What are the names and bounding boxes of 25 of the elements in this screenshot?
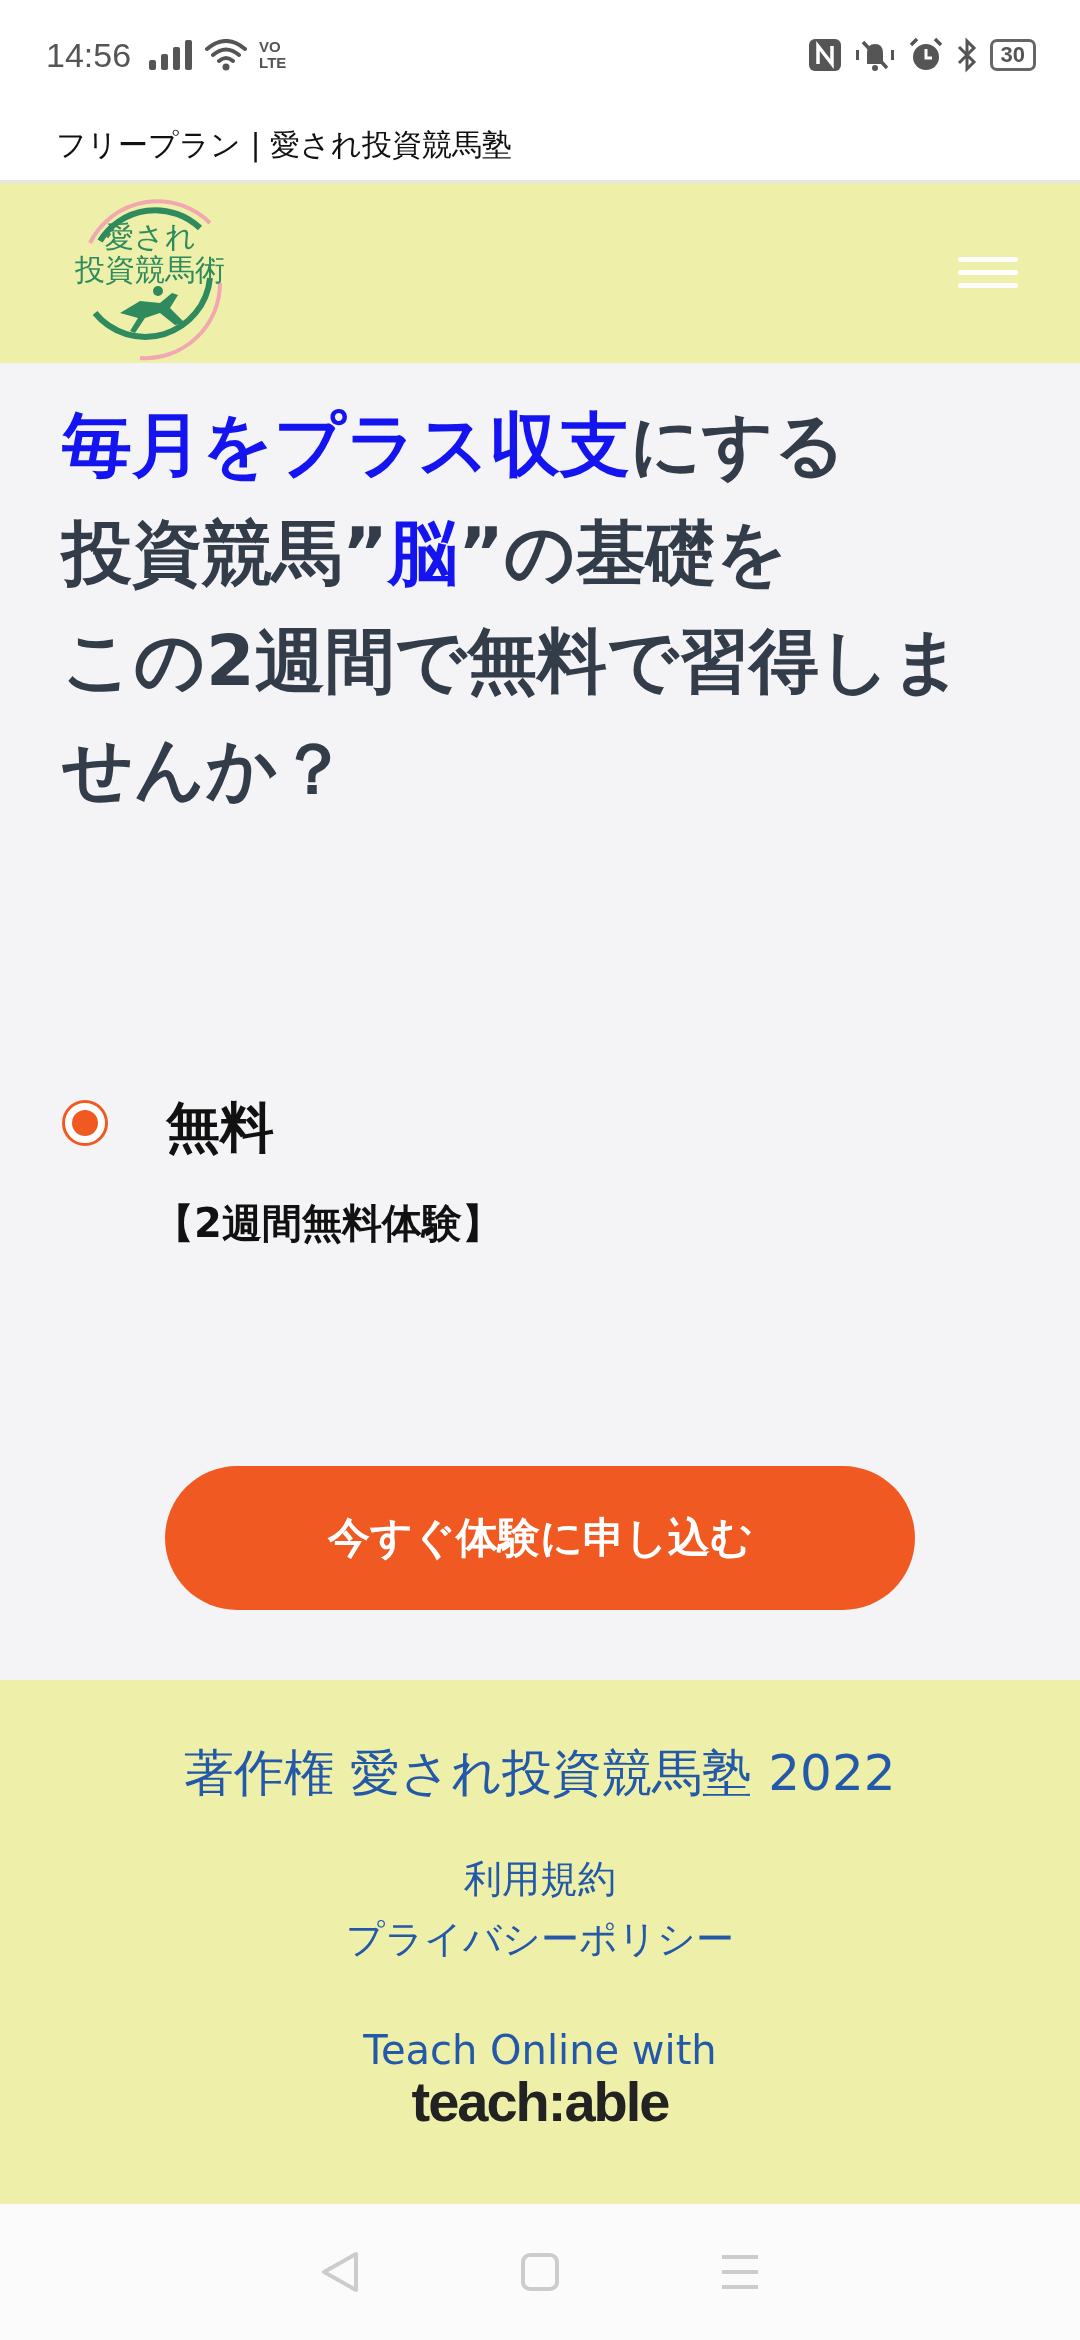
plan-radio[interactable] <box>62 1100 108 1146</box>
mute-vibrate-icon <box>853 38 896 72</box>
alarm-icon <box>907 37 944 73</box>
bluetooth-icon <box>955 37 978 73</box>
copyright-text: 著作権 愛され投資競馬塾 2022 <box>184 1743 896 1804</box>
plan-description: 【2週間無料体験】 <box>154 1199 502 1248</box>
nfc-icon <box>807 38 842 72</box>
status-time: 14:56 <box>46 35 132 75</box>
page-title: フリープラン | 愛され投資競馬塾 <box>56 125 513 165</box>
back-icon[interactable] <box>320 2251 361 2293</box>
volte-label: VO LTE <box>259 39 287 71</box>
powered-by-text: Teach Online with <box>363 2027 717 2073</box>
footer-link[interactable]: 利用規約 <box>464 1851 616 1907</box>
logo-text: 投資競馬術 <box>75 253 225 286</box>
wifi-icon <box>205 39 248 71</box>
battery-icon: 30 <box>989 39 1036 71</box>
home-icon[interactable] <box>521 2253 559 2291</box>
signal-icon <box>149 40 194 70</box>
apply-button[interactable]: 今すぐ体験に申し込む <box>165 1466 915 1610</box>
menu-icon[interactable] <box>958 255 1018 291</box>
footer-link[interactable]: プライバシーポリシー <box>346 1911 734 1967</box>
brand-logo[interactable]: teach:able <box>411 2073 669 2131</box>
headline: 毎月をプラス収支にする 投資競馬”脳”の基礎を この2週間で無料で習得しませんか？ <box>62 403 964 812</box>
plan-name: 無料 <box>166 1095 275 1161</box>
recents-icon[interactable] <box>719 2254 760 2290</box>
